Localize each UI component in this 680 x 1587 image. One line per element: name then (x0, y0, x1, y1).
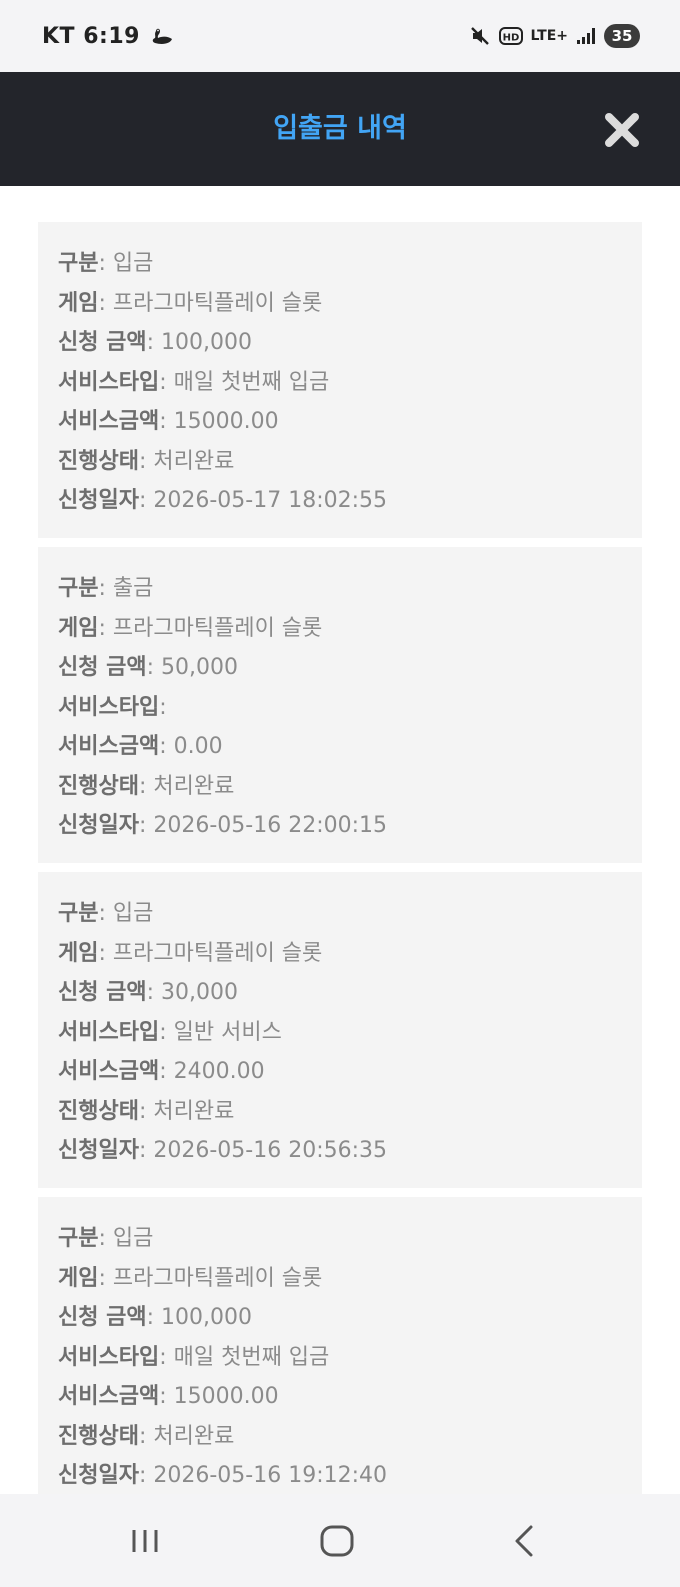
transaction-list[interactable]: 구분: 입금 게임: 프라그마틱플레이 슬롯 신청 금액: 100,000 서비… (38, 222, 642, 1494)
page-title: 입출금 내역 (273, 113, 407, 144)
close-icon (605, 113, 639, 147)
battery-icon: 35 (604, 24, 640, 48)
transaction-card: 구분: 입금 게임: 프라그마틱플레이 슬롯 신청 금액: 100,000 서비… (38, 222, 642, 538)
row-status: 진행상태: 처리완료 (58, 448, 235, 474)
row-status: 진행상태: 처리완료 (58, 1423, 235, 1449)
swan-icon (152, 28, 172, 44)
row-status: 진행상태: 처리완료 (58, 773, 235, 799)
row-type: 구분: 입금 (58, 1226, 154, 1251)
back-icon (515, 1525, 533, 1557)
svg-text:HD: HD (502, 33, 519, 44)
row-game: 게임: 프라그마틱플레이 슬롯 (58, 940, 323, 966)
row-service-amount: 서비스금액: 0.00 (58, 734, 223, 759)
recents-button[interactable] (115, 1516, 175, 1566)
home-icon (320, 1525, 354, 1557)
transaction-card: 구분: 입금 게임: 프라그마틱플레이 슬롯 신청 금액: 30,000 서비스… (38, 872, 642, 1188)
row-amount: 신청 금액: 100,000 (58, 1305, 253, 1330)
row-game: 게임: 프라그마틱플레이 슬롯 (58, 290, 323, 316)
row-date: 신청일자: 2026-05-17 18:02:55 (58, 488, 388, 513)
signal-icon (577, 28, 595, 44)
status-right: HD LTE+ 35 (469, 24, 640, 48)
back-button[interactable] (497, 1516, 557, 1566)
close-button[interactable] (602, 110, 642, 150)
row-service-amount: 서비스금액: 15000.00 (58, 409, 279, 434)
row-type: 구분: 입금 (58, 251, 154, 276)
header: 입출금 내역 (0, 72, 680, 186)
mute-icon (470, 27, 489, 45)
row-date: 신청일자: 2026-05-16 20:56:35 (58, 1138, 388, 1163)
row-date: 신청일자: 2026-05-16 19:12:40 (58, 1463, 388, 1488)
row-type: 구분: 입금 (58, 901, 154, 926)
recents-icon (132, 1530, 158, 1552)
row-amount: 신청 금액: 50,000 (58, 655, 239, 680)
row-amount: 신청 금액: 30,000 (58, 980, 239, 1005)
row-service-type: 서비스타입: 일반 서비스 (58, 1019, 282, 1045)
row-status: 진행상태: 처리완료 (58, 1098, 235, 1124)
transaction-card: 구분: 출금 게임: 프라그마틱플레이 슬롯 신청 금액: 50,000 서비스… (38, 547, 642, 863)
row-date: 신청일자: 2026-05-16 22:00:15 (58, 813, 388, 838)
status-left: KT 6:19 (42, 24, 174, 49)
row-amount: 신청 금액: 100,000 (58, 330, 253, 355)
home-button[interactable] (307, 1516, 367, 1566)
row-type: 구분: 출금 (58, 576, 154, 601)
carrier-time: KT 6:19 (42, 24, 140, 49)
hd-icon: HD (498, 27, 523, 45)
row-service-amount: 서비스금액: 2400.00 (58, 1059, 265, 1084)
row-service-type: 서비스타입: 매일 첫번째 입금 (58, 369, 330, 395)
status-bar: KT 6:19 HD LTE+ 35 (0, 0, 680, 72)
transaction-card: 구분: 입금 게임: 프라그마틱플레이 슬롯 신청 금액: 100,000 서비… (38, 1197, 642, 1494)
row-game: 게임: 프라그마틱플레이 슬롯 (58, 1265, 323, 1291)
row-service-type: 서비스타입: 매일 첫번째 입금 (58, 1344, 330, 1370)
row-service-type: 서비스타입: (58, 694, 167, 720)
lte-icon: LTE+ (530, 28, 568, 44)
row-service-amount: 서비스금액: 15000.00 (58, 1384, 279, 1409)
row-game: 게임: 프라그마틱플레이 슬롯 (58, 615, 323, 641)
navigation-bar (0, 1494, 680, 1587)
